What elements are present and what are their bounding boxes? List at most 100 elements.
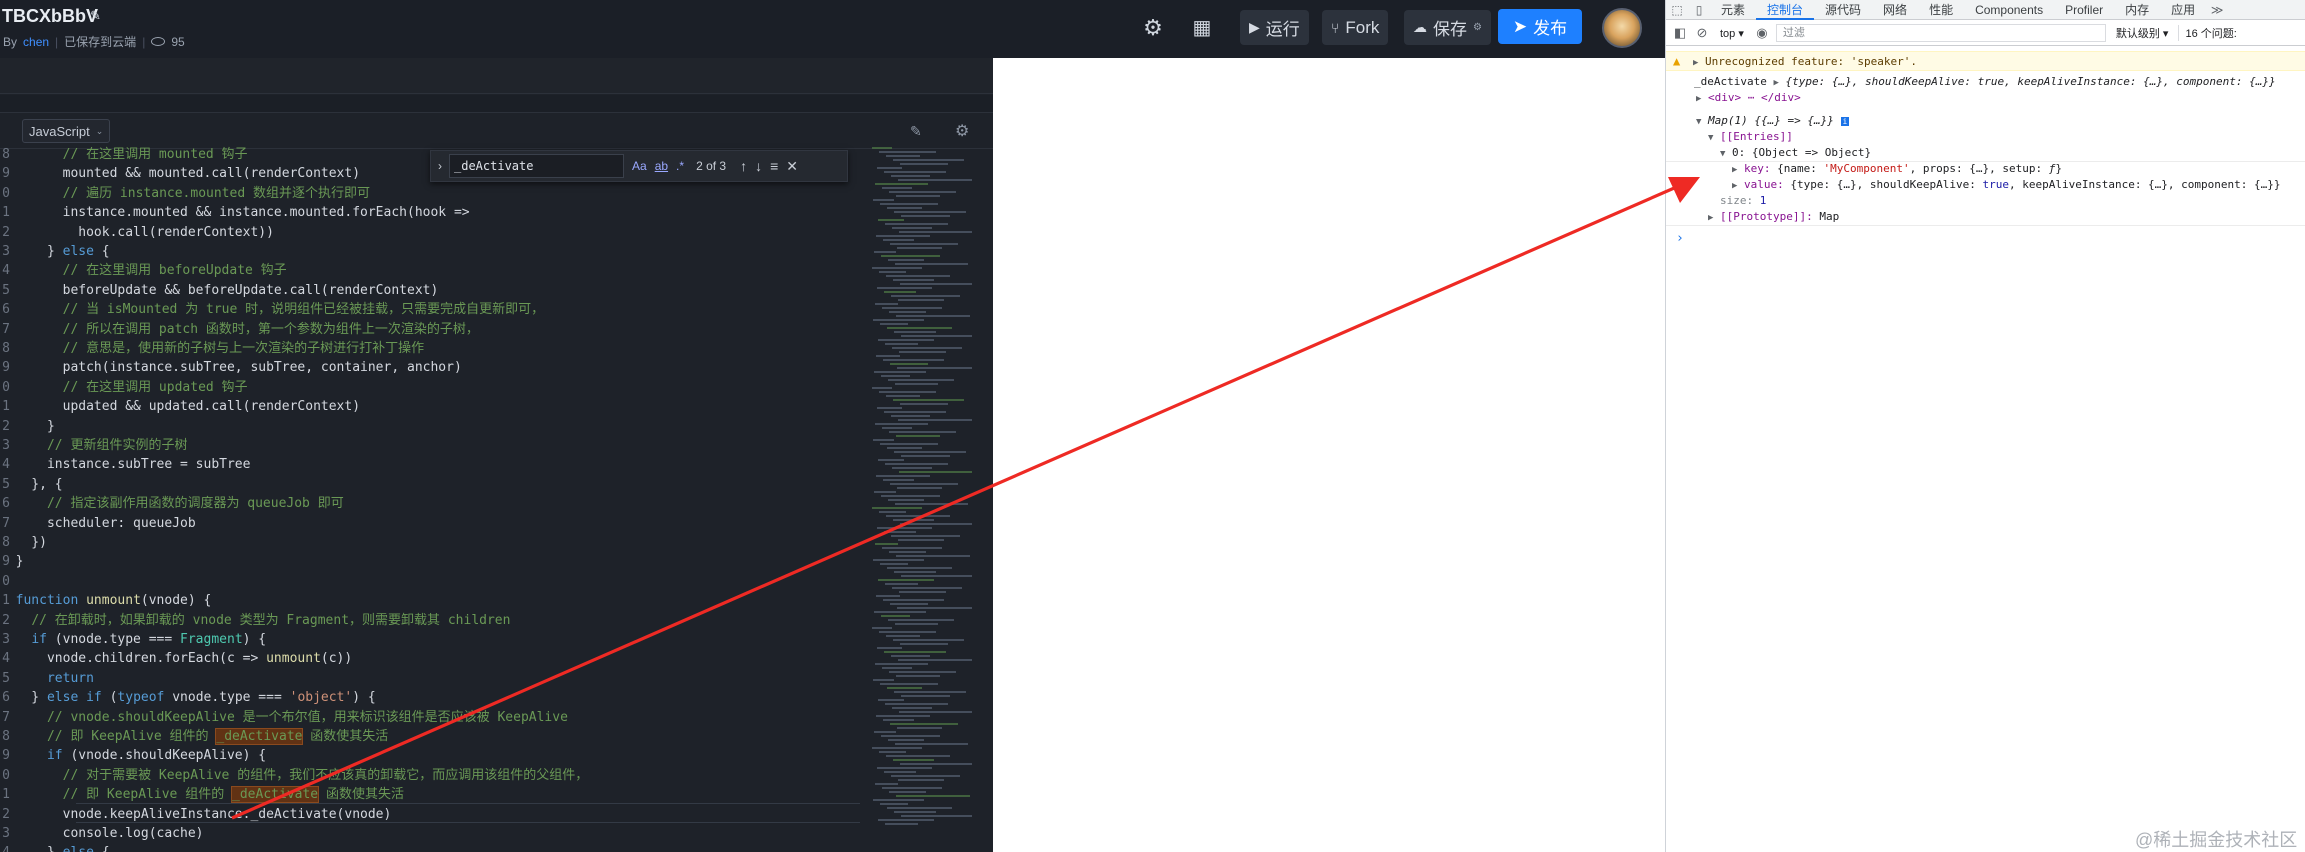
minimap-line [873,679,894,681]
next-match-icon[interactable]: ↓ [755,158,762,174]
minimap-line [884,651,946,653]
publish-button[interactable]: ➤ 发布 [1498,9,1582,44]
line-text: // 所以在调用 patch 函数时，第一个参数为组件上一次渲染的子树， [62,321,479,337]
log-level-select[interactable]: 默认级别 ▾ [2112,25,2173,41]
chevron-right-icon[interactable]: › [431,159,449,173]
minimap-line [899,591,946,593]
minimap-line [881,735,940,737]
minimap-line [873,439,894,441]
expand-triangle-icon[interactable]: ▶ [1732,181,1737,191]
whole-word-toggle[interactable]: ab [655,159,668,173]
filter-input[interactable]: 过滤 [1775,24,2106,42]
devtools-tab-2[interactable]: 源代码 [1814,0,1872,20]
devtools-tab-7[interactable]: 内存 [2114,0,2160,20]
collapse-triangle-icon[interactable]: ▼ [1720,149,1725,159]
divider: | [55,34,59,49]
previous-match-icon[interactable]: ↑ [740,158,747,174]
inspect-icon[interactable]: ⬚ [1666,3,1688,17]
minimap-line [872,507,922,509]
language-select[interactable]: JavaScript ⌄ [22,119,111,143]
map-summary[interactable]: ▼ Map(1) {{…} => {…}} i [1696,113,1850,130]
close-icon[interactable]: ✕ [786,158,798,175]
minimap-line [880,443,938,445]
find-input[interactable]: _deActivate [449,154,624,178]
minimap-line [893,399,964,401]
eye-icon[interactable]: ◉ [1754,25,1770,41]
minimap-line [897,487,942,489]
settings-gear-icon[interactable]: ⚙ [1138,13,1168,43]
expand-triangle-icon[interactable]: ▶ [1732,165,1737,175]
minimap-line [878,219,904,221]
map-entry-0[interactable]: ▼ 0: {Object => Object} [1720,145,1871,162]
key-text: key: {name: 'MyComponent', props: {…}, s… [1744,162,2062,175]
devtools-tab-5[interactable]: Components [1964,0,2054,20]
minimap-line [878,459,904,461]
expand-triangle-icon[interactable]: ▶ [1708,213,1713,223]
minimap-line [896,555,970,557]
console-prompt-icon[interactable]: › [1676,231,1684,246]
layout-icon[interactable]: ▦ [1187,13,1217,43]
minimap-line [872,267,922,269]
code-area[interactable]: 8 // 在这里调用 mounted 钩子 9 mounted && mounte… [0,143,870,852]
expand-triangle-icon[interactable]: ▶ [1773,78,1778,88]
editor-settings-icon[interactable]: ⚙ [955,121,969,141]
save-options-icon[interactable]: ⚙ [1473,22,1482,33]
minimap-line [880,323,908,325]
log-div-node[interactable]: ▶ <div> ⋯ </div> [1696,90,1801,107]
minimap-line [893,759,934,761]
expand-triangle-icon[interactable]: ▶ [1693,58,1698,68]
devtools-tab-0[interactable]: 元素 [1710,0,1756,20]
context-select[interactable]: top ▾ [1716,27,1748,40]
minimap-line [896,195,940,197]
minimap-line [880,563,908,565]
sidebar-toggle-icon[interactable]: ◧ [1672,25,1688,41]
project-title[interactable]: TBCXbBbV [2,6,98,27]
minimap-line [886,395,920,397]
send-icon: ➤ [1512,16,1528,36]
eye-icon [151,37,166,46]
current-line-highlight [76,803,860,823]
devtools-tab-1[interactable]: 控制台 [1756,0,1815,20]
match-case-toggle[interactable]: Aa [632,159,647,173]
entry-value[interactable]: ▶ value: {type: {…}, shouldKeepAlive: tr… [1732,177,2281,194]
minimap[interactable] [872,147,972,852]
fork-button[interactable]: ⑂ Fork [1322,10,1389,45]
minimap-line [879,391,936,393]
map-prototype[interactable]: ▶ [[Prototype]]: Map [1708,209,1839,226]
chevron-down-icon: ⌄ [95,125,104,136]
devtools-tab-3[interactable]: 网络 [1872,0,1918,20]
minimap-line [893,519,934,521]
minimap-line [898,419,972,421]
author-link[interactable]: chen [23,35,49,49]
line-text: scheduler: queueJob [0,515,196,531]
minimap-line [872,747,922,749]
line-text: // 当 isMounted 为 true 时，说明组件已经被挂载，只需要完成自… [62,302,545,318]
user-avatar[interactable] [1602,8,1642,48]
collapse-triangle-icon[interactable]: ▼ [1696,117,1701,127]
minimap-line [899,471,972,473]
regex-toggle[interactable]: .* [676,159,684,173]
run-button[interactable]: ▶ 运行 [1240,10,1309,45]
line-text: instance.subTree = subTree [0,457,251,473]
clear-console-icon[interactable]: ⊘ [1694,25,1710,41]
collapse-triangle-icon[interactable]: ▼ [1708,133,1713,143]
minimap-line [875,783,898,785]
find-in-selection-icon[interactable]: ≡ [770,158,778,174]
pencil-icon[interactable]: ✎ [910,123,922,140]
line-text: hook.call(renderContext)) [0,224,274,240]
entry-key[interactable]: ▶ key: {name: 'MyComponent', props: {…},… [1732,161,2062,178]
device-toolbar-icon[interactable]: ▯ [1688,3,1710,17]
map-entries[interactable]: ▼ [[Entries]] [1708,129,1793,146]
minimap-line [872,147,892,149]
save-button[interactable]: ☁ 保存 ⚙ [1404,10,1491,45]
expand-triangle-icon[interactable]: ▶ [1696,94,1701,104]
devtools-tab-4[interactable]: 性能 [1918,0,1964,20]
devtools-tab-6[interactable]: Profiler [2054,0,2114,20]
edit-title-icon[interactable]: ✎ [90,8,101,24]
minimap-line [901,575,972,577]
log-object[interactable]: {type: {…}, shouldKeepAlive: true, keepA… [1786,75,2276,88]
devtools-tab-8[interactable]: 应用 [2160,0,2206,20]
more-tabs-icon[interactable]: ≫ [2206,3,2228,17]
minimap-line [875,303,898,305]
issues-counter[interactable]: 16 个问题: [2178,25,2237,41]
